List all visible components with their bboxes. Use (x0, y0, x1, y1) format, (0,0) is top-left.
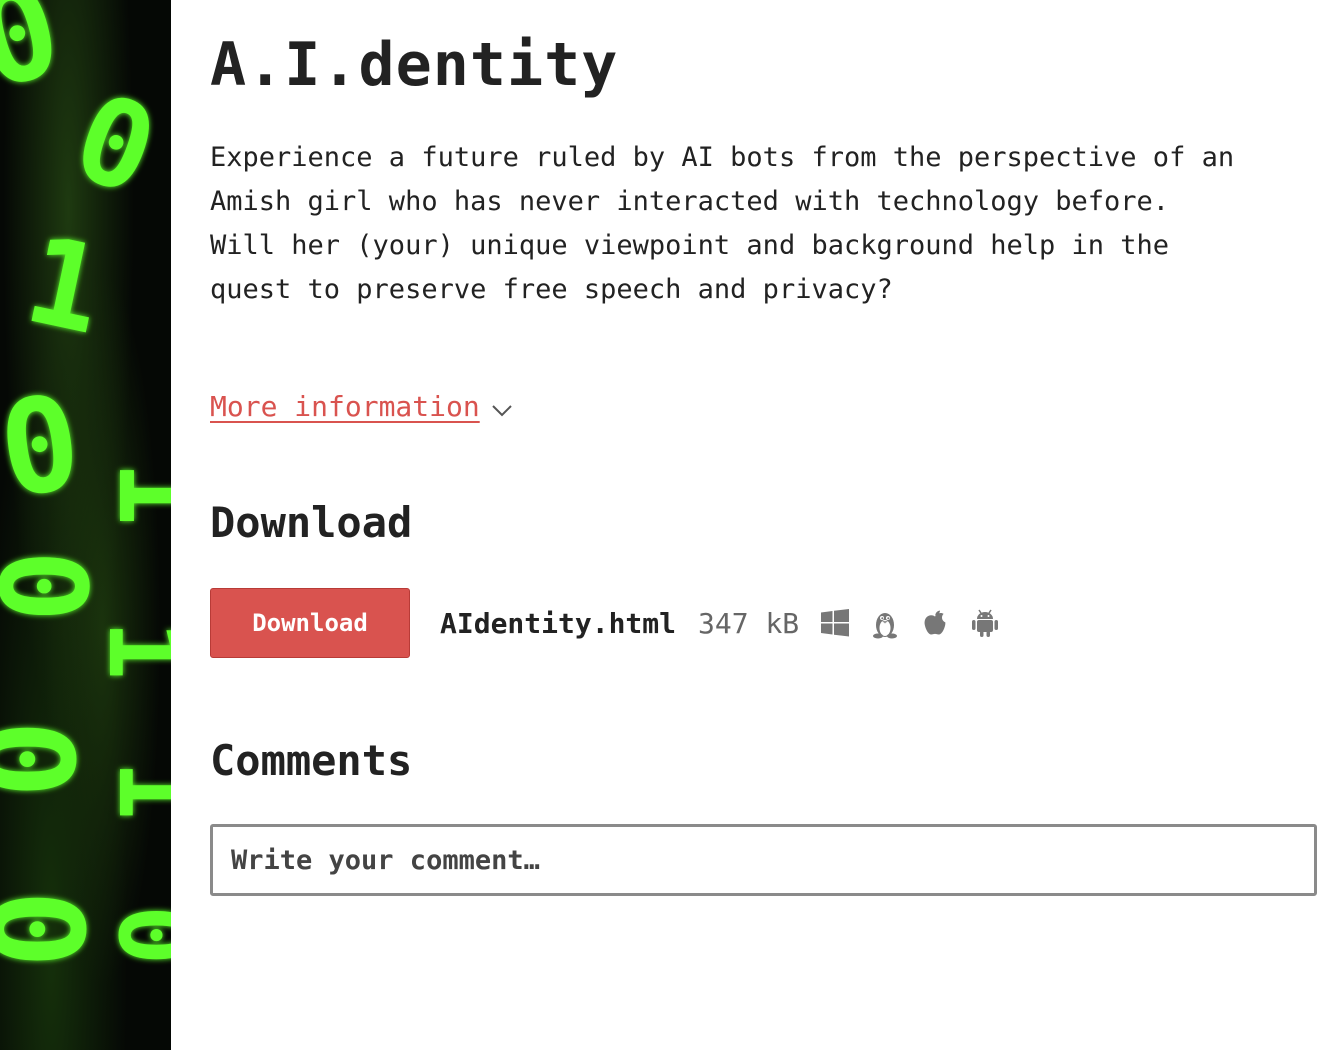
linux-icon (873, 613, 898, 639)
banner-digit: 0 (96, 905, 171, 965)
description-line: quest to preserve free speech and privac… (210, 274, 893, 305)
more-information-link[interactable]: More information (210, 390, 480, 423)
banner-digit: 1 (94, 460, 171, 526)
chevron-down-icon[interactable] (490, 398, 514, 422)
banner-digit: 0 (0, 720, 101, 798)
side-banner-image: 0 0 1 0 1 0 1 0 1 0 0 (0, 0, 171, 1050)
banner-digit: 1 (96, 760, 171, 820)
banner-digit: 0 (0, 550, 110, 622)
banner-digit: 0 (0, 890, 111, 968)
banner-digit: 0 (57, 68, 171, 223)
page-title: A.I.dentity (210, 30, 619, 100)
download-heading: Download (210, 498, 413, 547)
game-description: Experience a future ruled by AI bots fro… (210, 136, 1320, 312)
download-button[interactable]: Download (210, 588, 410, 658)
platform-icons (819, 607, 1001, 639)
windows-icon (821, 609, 850, 637)
file-size: 347 kB (698, 606, 800, 640)
binary-digits-art: 0 0 1 0 1 0 1 0 1 0 0 (0, 0, 171, 968)
banner-digit: 1 (86, 620, 171, 680)
banner-digit: 1 (15, 211, 115, 362)
more-information-toggle[interactable]: More information (210, 390, 514, 423)
banner-digit: 0 (0, 366, 89, 527)
comment-input[interactable] (210, 824, 1317, 896)
description-line: Experience a future ruled by AI bots fro… (210, 142, 1235, 173)
description-line: Will her (your) unique viewpoint and bac… (210, 230, 1170, 261)
banner-digit: 0 (0, 0, 75, 119)
file-name: AIdentity.html (440, 606, 677, 640)
download-row: Download AIdentity.html 347 kB (210, 588, 1001, 658)
android-icon (972, 609, 999, 637)
comments-heading: Comments (210, 736, 413, 785)
description-line: Amish girl who has never interacted with… (210, 186, 1170, 217)
apple-icon (924, 610, 946, 635)
